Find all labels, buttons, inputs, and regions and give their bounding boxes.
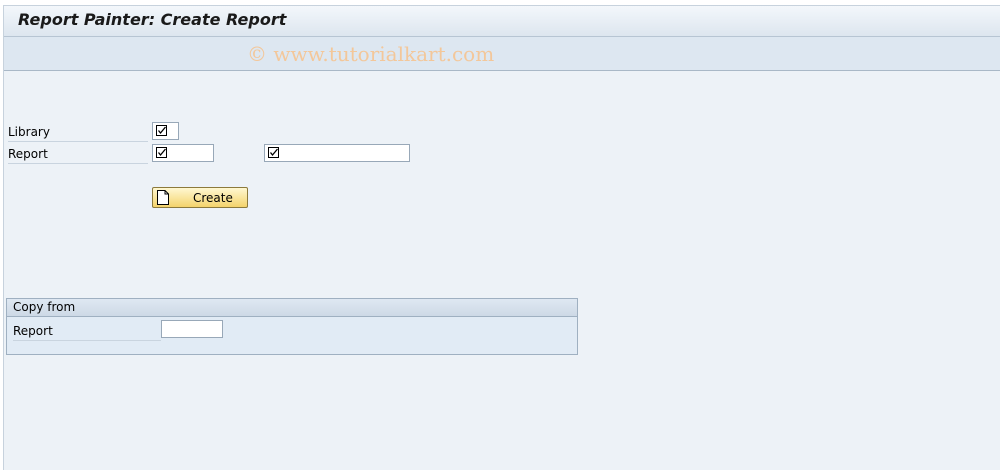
title-bar: Report Painter: Create Report: [4, 6, 1000, 37]
create-button[interactable]: Create: [152, 187, 248, 208]
watermark-text: © www.tutorialkart.com: [247, 42, 495, 66]
copy-from-title: Copy from: [13, 300, 76, 314]
required-check-icon: [156, 147, 167, 158]
document-icon: [157, 190, 169, 205]
main-window: Report Painter: Create Report © www.tuto…: [3, 5, 1000, 470]
report-text-input[interactable]: [264, 144, 410, 162]
create-button-label: Create: [193, 191, 233, 205]
library-input[interactable]: [152, 122, 179, 140]
application-toolbar: © www.tutorialkart.com: [4, 37, 1000, 71]
copy-report-label: Report: [13, 322, 161, 341]
report-label: Report: [8, 145, 148, 164]
required-check-icon: [156, 125, 167, 136]
library-label: Library: [8, 123, 148, 142]
report-input[interactable]: [152, 144, 214, 162]
copy-from-group: Copy from Report: [6, 298, 578, 355]
page-title: Report Painter: Create Report: [18, 10, 287, 29]
copy-report-input[interactable]: [161, 320, 223, 338]
copy-from-header: Copy from: [7, 299, 577, 317]
required-check-icon: [268, 147, 279, 158]
